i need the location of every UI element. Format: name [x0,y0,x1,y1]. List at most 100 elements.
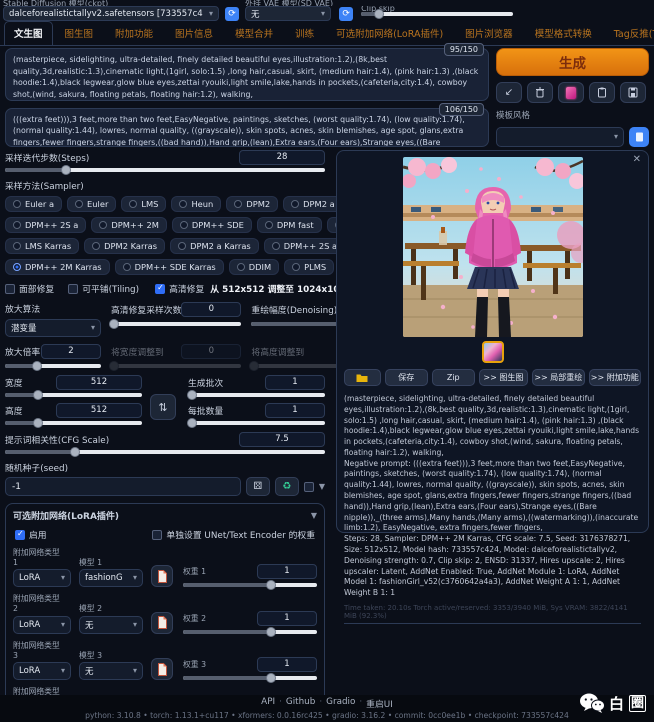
reload-ui-link[interactable]: 重启UI [366,697,393,710]
negative-prompt-input[interactable]: (((extra feet))),3 feet,more than two fe… [5,108,489,147]
lora-model-dropdown-3[interactable]: 无▾ [79,662,143,680]
sampler-option[interactable]: DPM2 a [283,196,343,212]
save-image-button[interactable]: 保存 [385,369,428,386]
width-slider[interactable] [5,393,142,397]
styles-refresh-button[interactable] [629,127,649,147]
hires-fix-checkbox[interactable]: 高清修复 [155,282,204,295]
tab-additional-networks[interactable]: 可选附加网络(LoRA插件) [326,21,453,45]
sampler-option[interactable]: DPM fast [257,217,322,233]
gradio-link[interactable]: Gradio [326,697,355,710]
accordion-collapse-toggle[interactable]: ▼ [311,512,317,520]
sampler-option[interactable]: DPM++ SDE Karras [115,259,224,275]
close-preview-button[interactable]: ✕ [633,154,641,165]
vae-dropdown[interactable]: 无 ▾ [245,6,331,21]
steps-value[interactable]: 28 [239,150,325,165]
hires-steps-slider[interactable] [111,322,241,326]
zip-button[interactable]: Zip [432,369,475,386]
clear-prompt-button[interactable] [527,82,553,103]
batch-count-value[interactable]: 1 [265,375,325,390]
width-value[interactable]: 512 [56,375,142,390]
github-link[interactable]: Github [286,697,315,710]
tab-train[interactable]: 训练 [285,21,324,45]
lora-weight-slider-1[interactable] [183,583,317,587]
lora-weight-value-1[interactable]: 1 [257,564,317,579]
tab-model-converter[interactable]: 模型格式转换 [525,21,602,45]
generated-image[interactable] [403,157,583,337]
sampler-option[interactable]: DDIM [229,259,279,275]
lora-type-dropdown-1[interactable]: LoRA▾ [13,569,71,587]
height-value[interactable]: 512 [56,403,142,418]
seed-extra-toggle[interactable]: ▼ [319,483,325,491]
seed-input[interactable] [5,477,241,496]
positive-prompt-input[interactable]: (masterpiece, sidelighting, ultra-detail… [5,48,489,101]
apply-style-button[interactable] [589,82,615,103]
generate-button[interactable]: 生成 [496,48,649,76]
gallery-thumbnail[interactable] [482,341,504,363]
checkpoint-dropdown[interactable]: dalceforealistictallyv2.safetensors [733… [3,6,219,21]
tab-img2img[interactable]: 图生图 [55,21,104,45]
vae-refresh-button[interactable]: ⟳ [339,7,353,21]
api-link[interactable]: API [261,697,275,710]
swap-dimensions-button[interactable]: ⇅ [150,394,176,420]
upscale-by-value[interactable]: 2 [41,344,101,359]
steps-slider[interactable] [5,168,325,172]
lora-model-info-button-3[interactable] [151,658,173,680]
tab-image-browser[interactable]: 图片浏览器 [455,21,523,45]
tab-tagger[interactable]: Tag反推(Tagger) [604,21,654,45]
send-to-img2img-button[interactable]: >> 图生图 [479,369,528,386]
clip-skip-slider[interactable] [361,12,513,16]
lora-type-dropdown-3[interactable]: LoRA▾ [13,662,71,680]
checkpoint-refresh-button[interactable]: ⟳ [225,7,239,21]
cfg-scale-slider[interactable] [5,450,325,454]
lora-weight-slider-2[interactable] [183,630,317,634]
tab-extras[interactable]: 附加功能 [105,21,163,45]
reuse-seed-button[interactable]: ♻ [275,477,299,496]
send-to-extras-button[interactable]: >> 附加功能 [589,369,641,386]
lora-separate-weights-checkbox[interactable]: 单独设置 UNet/Text Encoder 的权重 [152,528,315,541]
save-style-button[interactable] [620,82,646,103]
cfg-scale-value[interactable]: 7.5 [239,432,325,447]
batch-count-slider[interactable] [188,393,325,397]
sampler-option[interactable]: DPM++ 2M [91,217,167,233]
lora-model-info-button-1[interactable] [151,565,173,587]
lora-enable-checkbox[interactable]: 启用 [15,528,47,541]
lora-model-info-button-2[interactable] [151,612,173,634]
upscaler-dropdown[interactable]: 潜变量▾ [5,319,101,337]
extra-networks-button[interactable] [558,82,584,103]
sampler-option[interactable]: DPM2 a Karras [170,238,259,254]
batch-size-value[interactable]: 1 [265,403,325,418]
sampler-option[interactable]: PLMS [284,259,334,275]
sampler-option[interactable]: Euler a [5,196,62,212]
sampler-option-selected[interactable]: DPM++ 2M Karras [5,259,110,275]
lora-weight-slider-3[interactable] [183,676,317,680]
sampler-option[interactable]: Heun [171,196,221,212]
sampler-option[interactable]: LMS Karras [5,238,79,254]
send-to-inpaint-button[interactable]: >> 局部重绘 [532,369,584,386]
lora-type-dropdown-2[interactable]: LoRA▾ [13,616,71,634]
tiling-checkbox[interactable]: 可平铺(Tiling) [68,282,139,295]
open-folder-button[interactable] [344,369,381,386]
extra-seed-checkbox[interactable] [304,482,314,492]
lora-weight-value-2[interactable]: 1 [257,611,317,626]
height-slider[interactable] [5,421,142,425]
app-window: Stable Diffusion 模型(ckpt) dalceforealist… [0,0,654,722]
sampler-option[interactable]: DPM2 [226,196,278,212]
restore-faces-checkbox[interactable]: 面部修复 [5,282,54,295]
sampler-option[interactable]: DPM++ 2S a [5,217,86,233]
hires-steps-value[interactable]: 0 [181,302,241,317]
lora-model-dropdown-2[interactable]: 无▾ [79,616,143,634]
styles-dropdown[interactable]: ▾ [496,127,624,147]
batch-size-slider[interactable] [188,421,325,425]
tab-txt2img[interactable]: 文生图 [4,21,53,45]
tab-checkpoint-merger[interactable]: 模型合并 [225,21,283,45]
lora-weight-value-3[interactable]: 1 [257,657,317,672]
upscale-by-slider[interactable] [5,364,101,368]
paste-params-button[interactable]: ↙ [496,82,522,103]
sampler-option[interactable]: LMS [121,196,166,212]
tab-png-info[interactable]: 图片信息 [165,21,223,45]
sampler-option[interactable]: Euler [67,196,116,212]
lora-model-dropdown-1[interactable]: fashionG▾ [79,569,143,587]
random-seed-button[interactable]: ⚄ [246,477,270,496]
sampler-option[interactable]: DPM2 Karras [84,238,165,254]
sampler-option[interactable]: DPM++ SDE [172,217,252,233]
